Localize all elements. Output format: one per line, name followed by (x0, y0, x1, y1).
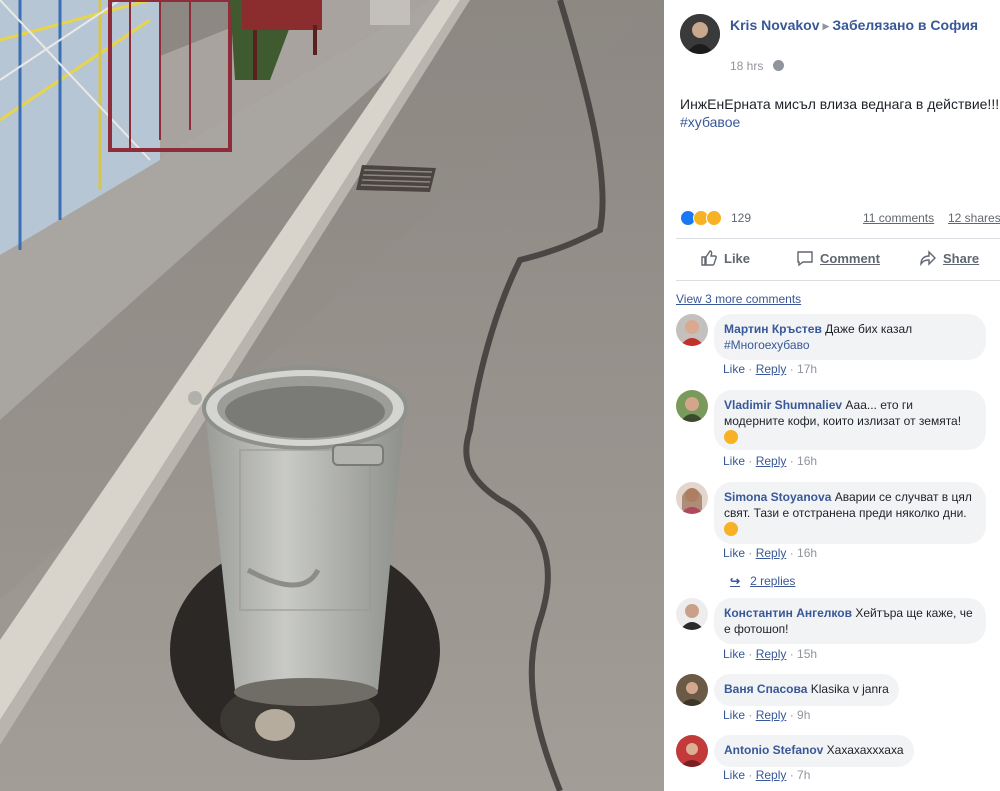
comment-hashtag[interactable]: #Многоехубаво (724, 338, 810, 352)
comment-reply-link[interactable]: Reply (756, 546, 787, 560)
smile-emoji-icon (724, 522, 738, 536)
post-text: ИнжЕнЕрната мисъл влиза веднага в действ… (680, 96, 1000, 112)
comment-text: Хахахахххаха (826, 743, 904, 757)
comment-reply-link[interactable]: Reply (756, 454, 787, 468)
arrow-right-icon: ▶ (822, 21, 830, 31)
divider (676, 238, 1000, 239)
comment-time[interactable]: 16h (797, 546, 817, 560)
share-button[interactable]: Share (919, 244, 979, 274)
commenter-avatar[interactable] (676, 482, 708, 514)
comment-meta: Like · Reply · 16h (723, 454, 818, 468)
comment-like-link[interactable]: Like (723, 454, 745, 468)
comment-bubble: Ваня Спасова Klasika v janra (714, 674, 899, 706)
divider (676, 280, 1000, 281)
comment-like-link[interactable]: Like (723, 768, 745, 782)
author-avatar[interactable] (680, 14, 720, 54)
thumbs-up-icon (701, 250, 717, 266)
replies-count: 2 replies (750, 574, 796, 588)
comment-meta: Like · Reply · 15h (723, 647, 818, 661)
commenter-name[interactable]: Vladimir Shumnaliev (724, 398, 842, 412)
comment-bubble: Vladimir Shumnaliev Ааа... ето ги модерн… (714, 390, 986, 450)
reaction-icons[interactable] (680, 210, 728, 226)
comments-count-link[interactable]: 11 comments (863, 211, 934, 225)
comment-button[interactable]: Comment (796, 244, 880, 274)
comment-like-link[interactable]: Like (723, 546, 745, 560)
commenter-name[interactable]: Antonio Stefanov (724, 743, 823, 757)
comment-time[interactable]: 15h (797, 647, 817, 661)
commenter-avatar[interactable] (676, 598, 708, 630)
wow-emoji-icon (706, 210, 722, 226)
post-header: Kris Novakov ▶ Забелязано в София (680, 14, 1000, 58)
commenter-avatar[interactable] (676, 390, 708, 422)
comment-bubble: Simona Stoyanova Аварии се случват в цял… (714, 482, 986, 544)
reply-arrow-icon: ↪ (730, 574, 741, 588)
comment-like-link[interactable]: Like (723, 708, 745, 722)
commenter-name[interactable]: Simona Stoyanova (724, 490, 831, 504)
speech-bubble-icon (797, 251, 813, 267)
comment-meta: Like · Reply · 17h (723, 362, 818, 376)
view-more-comments[interactable]: View 3 more comments (676, 292, 801, 306)
reactions-count[interactable]: 129 (731, 211, 751, 225)
checkin-location[interactable]: Забелязано в София (832, 17, 978, 33)
commenter-avatar[interactable] (676, 314, 708, 346)
post-hashtag[interactable]: #хубавое (680, 114, 740, 130)
commenter-name[interactable]: Константин Ангелков (724, 606, 852, 620)
post-photo[interactable] (0, 0, 664, 791)
like-label: Like (724, 251, 751, 266)
reactions-summary: 129 11 comments 12 shares (680, 210, 1000, 228)
comment-time[interactable]: 16h (797, 454, 817, 468)
share-arrow-icon (920, 250, 936, 267)
comment-text: Даже бих казал (825, 322, 913, 336)
comment-reply-link[interactable]: Reply (756, 708, 787, 722)
comment-time[interactable]: 9h (797, 708, 810, 722)
commenter-name[interactable]: Мартин Кръстев (724, 322, 822, 336)
author-name[interactable]: Kris Novakov (730, 17, 819, 33)
comment-meta: Like · Reply · 7h (723, 768, 811, 782)
smile-emoji-icon (724, 430, 738, 444)
commenter-name[interactable]: Ваня Спасова (724, 682, 807, 696)
comment-meta: Like · Reply · 16h (723, 546, 818, 560)
shares-count-link[interactable]: 12 shares (948, 211, 1000, 225)
comment-bubble: Antonio Stefanov Хахахахххаха (714, 735, 914, 767)
comment-like-link[interactable]: Like (723, 362, 745, 376)
comment-reply-link[interactable]: Reply (756, 362, 787, 376)
share-label: Share (943, 251, 980, 266)
globe-icon[interactable] (773, 60, 784, 71)
comment-meta: Like · Reply · 9h (723, 708, 811, 722)
view-replies-link[interactable]: ↪ 2 replies (730, 574, 795, 588)
comment-bubble: Мартин Кръстев Даже бих казал #Многоехуб… (714, 314, 986, 360)
comment-time[interactable]: 17h (797, 362, 817, 376)
comment-reply-link[interactable]: Reply (756, 647, 787, 661)
commenter-avatar[interactable] (676, 674, 708, 706)
post-author-line: Kris Novakov ▶ Забелязано в София (730, 16, 1000, 35)
comment-label: Comment (820, 251, 880, 266)
comment-time[interactable]: 7h (797, 768, 810, 782)
commenter-avatar[interactable] (676, 735, 708, 767)
post-actions: Like Comment Share (676, 244, 1000, 274)
post-timestamp[interactable]: 18 hrs (730, 59, 763, 73)
comment-reply-link[interactable]: Reply (756, 768, 787, 782)
comment-like-link[interactable]: Like (723, 647, 745, 661)
comment-bubble: Константин Ангелков Хейтъра ще каже, че … (714, 598, 986, 644)
comment-text: Klasika v janra (810, 682, 889, 696)
like-button[interactable]: Like (700, 244, 750, 274)
post-sidebar: Kris Novakov ▶ Забелязано в София 18 hrs И… (664, 0, 1000, 791)
